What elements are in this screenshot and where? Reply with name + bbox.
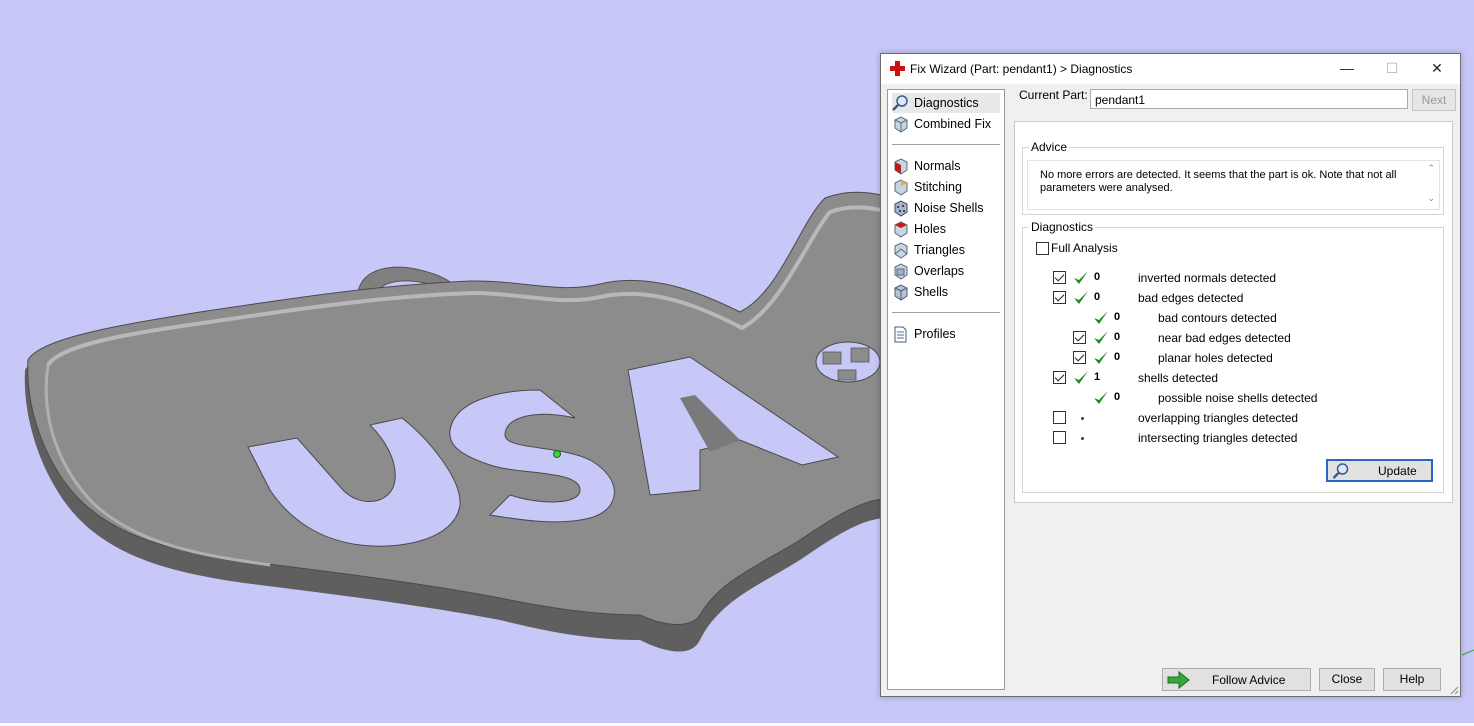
follow-advice-label: Follow Advice <box>1212 673 1286 687</box>
diagnostic-label: bad edges detected <box>1138 291 1244 305</box>
sidebar-item-label: Combined Fix <box>914 117 992 131</box>
diagnostic-checkbox[interactable] <box>1053 371 1066 384</box>
diagnostic-label: intersecting triangles detected <box>1138 431 1298 445</box>
current-part-select[interactable]: pendant1 ⌄ <box>1090 89 1408 109</box>
sidebar-item-label: Profiles <box>914 327 956 341</box>
update-button[interactable]: Update <box>1326 459 1433 482</box>
diagnostic-label: possible noise shells detected <box>1158 391 1318 405</box>
sidebar-item-overlaps[interactable]: Overlaps <box>892 261 1000 281</box>
document-icon <box>894 326 907 342</box>
red-cross-icon <box>890 61 905 76</box>
diagnostic-checkbox[interactable] <box>1073 331 1086 344</box>
blue-dot-icon <box>1081 417 1084 420</box>
update-label: Update <box>1378 464 1417 478</box>
green-check-icon <box>1074 291 1088 304</box>
scroll-up-icon[interactable]: ⌃ <box>1427 163 1435 174</box>
stitching-icon <box>894 178 908 196</box>
diagnostic-checkbox[interactable] <box>1053 411 1066 424</box>
green-check-icon <box>1094 351 1108 364</box>
triangles-icon <box>894 241 908 259</box>
sidebar-divider <box>892 144 1000 145</box>
issue-count: 0 <box>1114 391 1121 403</box>
sidebar-item-profiles[interactable]: Profiles <box>892 324 1000 344</box>
sidebar-item-label: Holes <box>914 222 946 236</box>
title-bar[interactable]: Fix Wizard (Part: pendant1) > Diagnostic… <box>881 54 1460 84</box>
diagnostic-label: planar holes detected <box>1158 351 1273 365</box>
fix-sidebar: Diagnostics Combined Fix Normals Stitchi… <box>887 89 1005 690</box>
magnifier-icon <box>892 94 908 111</box>
current-part-label: Current Part: <box>1019 88 1088 102</box>
issue-count: 0 <box>1094 271 1101 283</box>
full-analysis-label: Full Analysis <box>1051 241 1118 255</box>
resize-grip-icon[interactable] <box>1449 685 1459 695</box>
sidebar-item-label: Normals <box>914 159 961 173</box>
sidebar-item-label: Overlaps <box>914 264 965 278</box>
sidebar-item-diagnostics[interactable]: Diagnostics <box>892 93 1000 113</box>
magnifier-icon <box>1332 463 1349 479</box>
blue-dot-icon <box>1081 437 1084 440</box>
follow-advice-button[interactable]: Follow Advice <box>1162 668 1311 691</box>
advice-title: Advice <box>1029 140 1070 154</box>
diagnostic-checkbox[interactable] <box>1053 291 1066 304</box>
chevron-down-icon: ⌄ <box>1095 91 1104 102</box>
diagnostic-label: overlapping triangles detected <box>1138 411 1299 425</box>
diagnostic-label: near bad edges detected <box>1158 331 1291 345</box>
normals-cube-icon <box>894 157 908 175</box>
green-check-icon <box>1074 271 1088 284</box>
cube-icon <box>894 115 908 133</box>
main-panel: Advice No more errors are detected. It s… <box>1014 121 1453 503</box>
sidebar-item-holes[interactable]: Holes <box>892 219 1000 239</box>
help-button[interactable]: Help <box>1383 668 1441 691</box>
sidebar-item-shells[interactable]: Shells <box>892 282 1000 302</box>
holes-cube-icon <box>894 220 908 238</box>
issue-count: 0 <box>1114 311 1121 323</box>
issue-count: 0 <box>1094 291 1101 303</box>
sidebar-item-label: Diagnostics <box>914 96 979 110</box>
green-check-icon <box>1094 391 1108 404</box>
sidebar-item-label: Shells <box>914 285 949 299</box>
close-window-button[interactable]: ✕ <box>1414 54 1460 84</box>
maximize-button[interactable]: ☐ <box>1369 54 1415 84</box>
green-check-icon <box>1074 371 1088 384</box>
green-check-icon <box>1094 331 1108 344</box>
diagnostic-label: bad contours detected <box>1158 311 1277 325</box>
fix-wizard-window: Fix Wizard (Part: pendant1) > Diagnostic… <box>880 53 1461 697</box>
scroll-down-icon[interactable]: ⌄ <box>1427 193 1435 204</box>
issue-count: 1 <box>1094 371 1101 383</box>
diagnostic-checkbox[interactable] <box>1053 271 1066 284</box>
shells-icon <box>894 283 908 301</box>
advice-textbox[interactable]: No more errors are detected. It seems th… <box>1027 160 1440 210</box>
diagnostic-checkbox[interactable] <box>1073 351 1086 364</box>
sidebar-item-label: Stitching <box>914 180 962 194</box>
sidebar-item-stitching[interactable]: Stitching <box>892 177 1000 197</box>
sidebar-item-normals[interactable]: Normals <box>892 156 1000 176</box>
minimize-button[interactable]: — <box>1324 54 1370 84</box>
sidebar-item-label: Triangles <box>914 243 965 257</box>
diagnostic-label: inverted normals detected <box>1138 271 1277 285</box>
issue-count: 0 <box>1114 351 1121 363</box>
diagnostics-title: Diagnostics <box>1029 220 1096 234</box>
diagnostic-checkbox[interactable] <box>1053 431 1066 444</box>
diagnostic-label: shells detected <box>1138 371 1219 385</box>
sidebar-item-label: Noise Shells <box>914 201 984 215</box>
sidebar-item-triangles[interactable]: Triangles <box>892 240 1000 260</box>
sidebar-divider <box>892 312 1000 313</box>
sidebar-item-combined-fix[interactable]: Combined Fix <box>892 114 1000 134</box>
advice-text: No more errors are detected. It seems th… <box>1040 169 1397 194</box>
full-analysis-checkbox[interactable] <box>1036 242 1049 255</box>
noise-shells-icon <box>894 199 908 217</box>
issue-count: 0 <box>1114 331 1121 343</box>
green-check-icon <box>1094 311 1108 324</box>
overlaps-icon <box>894 262 908 280</box>
green-arrow-icon <box>1167 671 1190 689</box>
sidebar-item-noise-shells[interactable]: Noise Shells <box>892 198 1000 218</box>
window-title: Fix Wizard (Part: pendant1) > Diagnostic… <box>910 62 1133 76</box>
next-button[interactable]: Next <box>1412 89 1456 111</box>
close-button[interactable]: Close <box>1319 668 1375 691</box>
